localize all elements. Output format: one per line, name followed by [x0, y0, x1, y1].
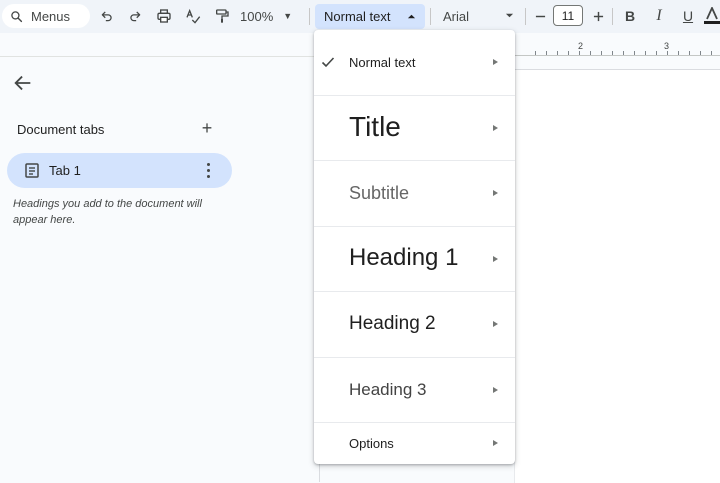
ruler-tick: [634, 51, 635, 55]
tab-label: Tab 1: [49, 163, 81, 178]
add-tab-button[interactable]: +: [198, 119, 216, 137]
ruler-tick: [546, 51, 547, 55]
ruler-tick: [678, 51, 679, 55]
menu-item-label: Heading 3: [349, 380, 427, 399]
ruler-tick: [711, 51, 712, 55]
ruler-tick: [590, 51, 591, 55]
caret-up-icon: [407, 14, 416, 19]
caret-down-icon: [505, 13, 514, 18]
plus-icon: [593, 11, 603, 21]
paragraph-style-select[interactable]: Normal text: [315, 4, 425, 29]
menu-item-label: Title: [349, 111, 401, 142]
menu-item-subtitle[interactable]: Subtitle: [314, 161, 515, 227]
toolbar-divider: [525, 8, 526, 25]
search-icon: [11, 10, 23, 22]
zoom-select[interactable]: 100% ▼: [240, 6, 302, 26]
toolbar-divider: [309, 8, 310, 25]
menu-item-label: Heading 1: [349, 244, 459, 271]
submenu-arrow-icon: [493, 190, 498, 196]
zoom-value: 100%: [240, 8, 274, 24]
paint-format-icon[interactable]: [212, 6, 232, 26]
document-icon: [25, 163, 39, 178]
text-color-icon: [704, 7, 720, 24]
ruler-tick: [667, 51, 668, 55]
ruler-tick: [689, 51, 690, 55]
menu-item-normal-text[interactable]: Normal text: [314, 30, 515, 96]
menu-item-label: Subtitle: [349, 183, 410, 203]
sidebar-item-tab-1[interactable]: Tab 1: [7, 153, 232, 188]
ruler-label: 3: [664, 41, 670, 51]
ruler-tick: [535, 51, 536, 55]
menu-item-heading-2[interactable]: Heading 2: [314, 292, 515, 358]
paragraph-style-value: Normal text: [324, 9, 391, 24]
minus-icon: [535, 15, 545, 17]
ruler-tick: [568, 51, 569, 55]
italic-button[interactable]: I: [649, 6, 669, 26]
toolbar: Menus 100% ▼ Normal text Arial 11 B I U: [0, 0, 720, 33]
undo-icon[interactable]: [97, 6, 117, 26]
text-color-button[interactable]: [704, 6, 720, 26]
underline-button[interactable]: U: [678, 6, 698, 26]
menus-search-button[interactable]: Menus: [2, 4, 90, 28]
menu-item-heading-3[interactable]: Heading 3: [314, 358, 515, 423]
ruler-tick: [656, 51, 657, 55]
caret-down-icon: ▼: [283, 11, 293, 21]
submenu-arrow-icon: [493, 321, 498, 327]
font-family-select[interactable]: Arial: [438, 6, 518, 26]
submenu-arrow-icon: [493, 256, 498, 262]
menus-label: Menus: [31, 8, 71, 24]
toolbar-divider: [612, 8, 613, 25]
more-options-icon[interactable]: [201, 161, 215, 180]
decrease-font-size-button[interactable]: [531, 6, 549, 26]
menu-item-heading-1[interactable]: Heading 1: [314, 227, 515, 292]
ruler-tick: [623, 51, 624, 55]
submenu-arrow-icon: [493, 59, 498, 65]
submenu-arrow-icon: [493, 125, 498, 131]
increase-font-size-button[interactable]: [589, 6, 607, 26]
ruler-tick: [601, 51, 602, 55]
check-icon: [321, 57, 335, 68]
menu-item-label: Heading 2: [349, 313, 436, 334]
submenu-arrow-icon: [493, 440, 498, 446]
redo-icon[interactable]: [125, 6, 145, 26]
ruler-tick: [700, 51, 701, 55]
menu-item-options[interactable]: Options: [314, 423, 515, 464]
font-size-input[interactable]: 11: [553, 5, 583, 26]
submenu-arrow-icon: [493, 387, 498, 393]
ruler-tick: [612, 51, 613, 55]
ruler-label: 2: [578, 41, 584, 51]
spellcheck-icon[interactable]: [183, 6, 203, 26]
paragraph-style-menu: Normal text Title Subtitle Heading 1 Hea…: [314, 30, 515, 464]
ruler-tick: [645, 51, 646, 55]
print-icon[interactable]: [154, 6, 174, 26]
sidebar-divider: [0, 56, 320, 57]
font-family-value: Arial: [443, 8, 470, 24]
menu-item-label: Normal text: [349, 55, 416, 70]
ruler-tick: [579, 51, 580, 55]
document-tabs-title: Document tabs: [17, 122, 105, 137]
ruler-tick: [557, 51, 558, 55]
menu-item-label: Options: [349, 436, 394, 451]
bold-button[interactable]: B: [620, 6, 640, 26]
back-arrow-icon[interactable]: [12, 72, 34, 94]
toolbar-divider: [430, 8, 431, 25]
menu-item-title[interactable]: Title: [314, 96, 515, 161]
outline-hint: Headings you add to the document will ap…: [13, 198, 202, 226]
document-page[interactable]: [514, 69, 720, 483]
